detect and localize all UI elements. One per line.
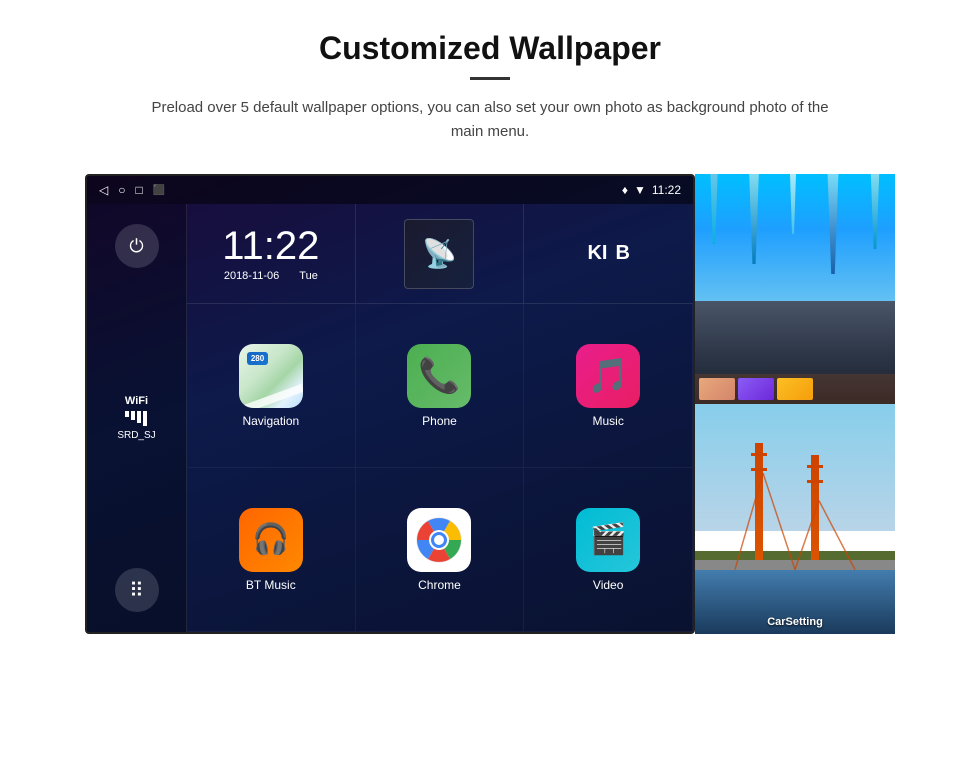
bridge-cables <box>695 404 895 634</box>
location-icon: ♦ <box>622 183 628 197</box>
clock-day: Tue <box>299 270 318 282</box>
video-icon: 🎬 <box>576 508 640 572</box>
icicles <box>695 174 895 266</box>
cast-icon: 📡 <box>422 237 457 270</box>
ki-label: KI <box>587 242 607 265</box>
page-header: Customized Wallpaper Preload over 5 defa… <box>0 0 980 164</box>
wifi-ssid: SRD_SJ <box>117 430 155 441</box>
right-panels: CarSetting <box>695 174 895 634</box>
wifi-label: WiFi <box>117 395 155 407</box>
home-icon[interactable]: ○ <box>118 183 125 197</box>
chrome-label: Chrome <box>418 578 461 592</box>
app-cell-navigation[interactable]: 280 Navigation <box>187 304 356 468</box>
music-label: Music <box>592 414 623 428</box>
clock-time: 11:22 <box>222 226 319 266</box>
b-label: B <box>615 242 629 265</box>
app-cell-phone[interactable]: 📞 Phone <box>356 304 525 468</box>
video-label: Video <box>593 578 623 592</box>
screen-body: ⏻ WiFi SRD_SJ ⠿ <box>87 204 693 632</box>
ice-cave-image <box>695 174 895 404</box>
app-cell-video[interactable]: 🎬 Video <box>524 468 693 632</box>
carsetting-label: CarSetting <box>767 616 823 628</box>
android-screen: ◁ ○ □ ⬛ ♦ ▼ 11:22 ⏻ WiFi <box>85 174 695 634</box>
back-icon[interactable]: ◁ <box>99 183 108 197</box>
btmusic-icon: 🎧 <box>239 508 303 572</box>
clock-section: 11:22 2018-11-06 Tue <box>187 204 356 303</box>
extra-section: KI B <box>524 204 693 303</box>
screenshot-icon[interactable]: ⬛ <box>153 185 165 196</box>
navigation-icon: 280 <box>239 344 303 408</box>
top-info: 11:22 2018-11-06 Tue 📡 KI <box>187 204 693 304</box>
recent-icon[interactable]: □ <box>135 183 142 197</box>
bridge-scene: CarSetting <box>695 404 895 634</box>
screen-main: 11:22 2018-11-06 Tue 📡 KI <box>187 204 693 632</box>
apps-icon: ⠿ <box>129 578 144 603</box>
clock-date: 2018-11-06 Tue <box>224 270 318 282</box>
clock-date-value: 2018-11-06 <box>224 270 279 282</box>
nav-badge: 280 <box>247 352 268 365</box>
phone-icon: 📞 <box>407 344 471 408</box>
wallpaper-carsetting[interactable]: CarSetting <box>695 404 895 634</box>
title-divider <box>470 77 510 80</box>
status-right: ♦ ▼ 11:22 <box>622 183 681 197</box>
page-title: Customized Wallpaper <box>80 30 900 67</box>
wifi-info: WiFi SRD_SJ <box>117 395 155 441</box>
screen-sidebar: ⏻ WiFi SRD_SJ ⠿ <box>87 204 187 632</box>
preview-strip <box>695 374 895 404</box>
apps-button[interactable]: ⠿ <box>115 568 159 612</box>
power-button[interactable]: ⏻ <box>115 224 159 268</box>
chrome-svg <box>414 515 464 565</box>
app-grid: 280 Navigation 📞 Phone <box>187 304 693 632</box>
content-area: ◁ ○ □ ⬛ ♦ ▼ 11:22 ⏻ WiFi <box>0 164 980 634</box>
app-cell-music[interactable]: 🎵 Music <box>524 304 693 468</box>
btmusic-label: BT Music <box>246 578 296 592</box>
chrome-icon <box>407 508 471 572</box>
power-icon: ⏻ <box>129 236 143 257</box>
status-left: ◁ ○ □ ⬛ <box>99 183 165 197</box>
wifi-icon: ▼ <box>634 183 646 197</box>
media-section: 📡 <box>356 204 525 303</box>
phone-label: Phone <box>422 414 457 428</box>
app-cell-btmusic[interactable]: 🎧 BT Music <box>187 468 356 632</box>
navigation-label: Navigation <box>242 414 299 428</box>
wallpaper-ice-cave[interactable] <box>695 174 895 404</box>
status-time: 11:22 <box>652 183 681 197</box>
media-icon-box[interactable]: 📡 <box>404 219 474 289</box>
status-bar: ◁ ○ □ ⬛ ♦ ▼ 11:22 <box>87 176 693 204</box>
page-subtitle: Preload over 5 default wallpaper options… <box>140 96 840 144</box>
app-cell-chrome[interactable]: Chrome <box>356 468 525 632</box>
music-icon: 🎵 <box>576 344 640 408</box>
wifi-bars <box>117 411 155 426</box>
